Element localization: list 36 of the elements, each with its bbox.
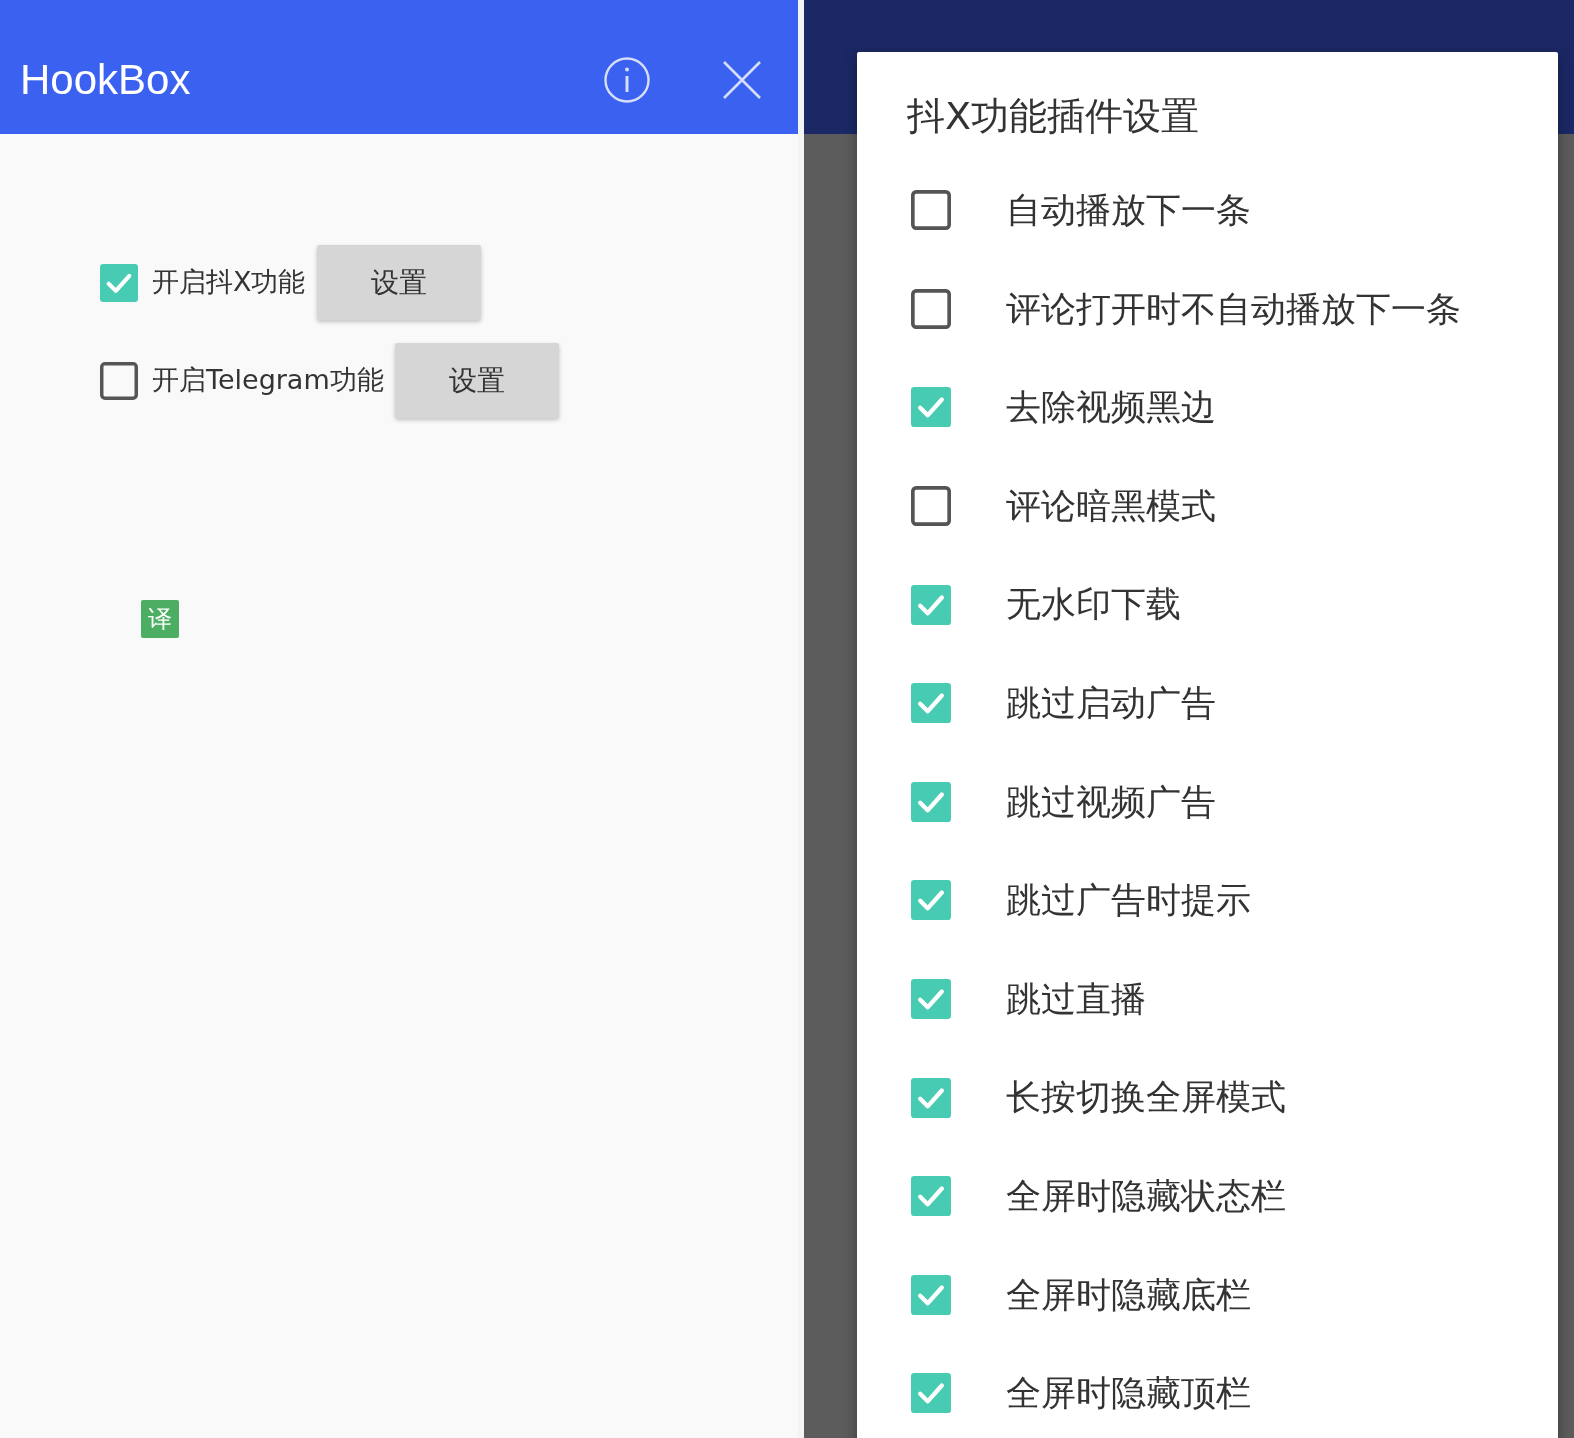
info-icon[interactable]: [604, 57, 650, 103]
option-label: 去除视频黑边: [1006, 386, 1216, 430]
checkbox[interactable]: [911, 288, 951, 329]
checkbox[interactable]: [911, 1077, 951, 1118]
settings-button[interactable]: 设置: [316, 245, 481, 320]
checkbox-label: 开启抖X功能: [152, 265, 306, 300]
option-label: 跳过启动广告: [1006, 682, 1216, 725]
checkbox[interactable]: [911, 880, 951, 921]
checkbox[interactable]: [911, 1176, 951, 1217]
option-label: 长按切换全屏模式: [1006, 1076, 1286, 1120]
option-label: 全屏时隐藏状态栏: [1006, 1175, 1286, 1218]
checkbox[interactable]: [911, 486, 951, 527]
checkbox[interactable]: [911, 979, 951, 1020]
checkbox[interactable]: [911, 190, 951, 231]
checkbox[interactable]: [100, 361, 138, 400]
option-label: 全屏时隐藏顶栏: [1006, 1372, 1251, 1416]
close-icon[interactable]: [722, 60, 762, 100]
app-title: HookBox: [20, 59, 191, 101]
option-label: 评论暗黑模式: [1006, 484, 1216, 528]
option-label: 评论打开时不自动播放下一条: [1006, 287, 1461, 331]
checkbox[interactable]: [100, 263, 138, 302]
option-label: 跳过直播: [1006, 977, 1146, 1021]
checkbox[interactable]: [911, 387, 951, 428]
option-label: 跳过视频广告: [1006, 780, 1216, 824]
option-label: 自动播放下一条: [1006, 189, 1251, 233]
option-label: 全屏时隐藏底栏: [1006, 1273, 1251, 1317]
option-label: 跳过广告时提示: [1006, 879, 1251, 923]
settings-button[interactable]: 设置: [394, 343, 559, 418]
dialog-title: 抖X功能插件设置: [906, 93, 1201, 140]
checkbox[interactable]: [911, 683, 951, 724]
checkbox[interactable]: [911, 584, 951, 625]
checkbox[interactable]: [911, 1373, 951, 1414]
checkbox-label: 开启Telegram功能: [152, 363, 384, 398]
checkbox[interactable]: [911, 781, 951, 822]
checkbox[interactable]: [911, 1274, 951, 1315]
option-label: 无水印下载: [1006, 583, 1181, 627]
